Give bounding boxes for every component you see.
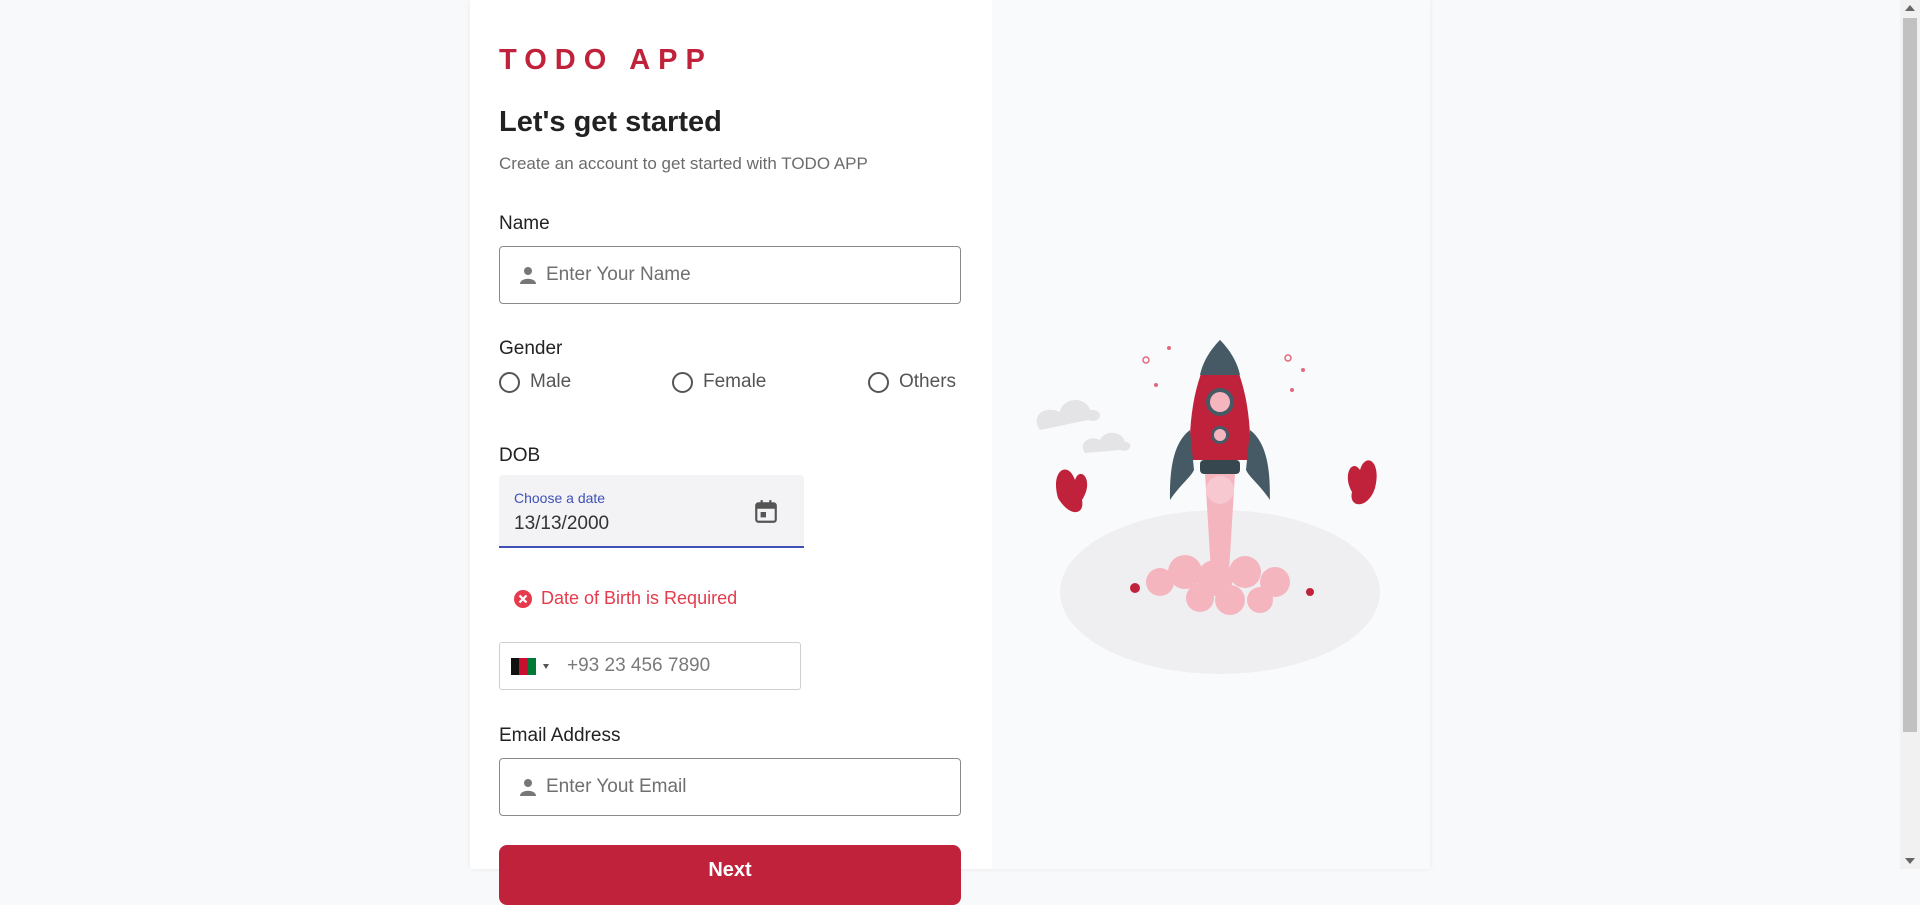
app-logo: TODO APP [499,44,713,76]
name-label: Name [499,213,550,234]
dob-error-message: Date of Birth is Required [514,588,737,609]
radio-circle[interactable] [868,371,889,393]
gender-radio-group: Male Female Others [499,371,961,399]
afghanistan-flag-icon[interactable] [511,657,536,675]
page-subtitle: Create an account to get started with TO… [499,154,868,173]
gender-radio-female[interactable]: Female [672,371,766,393]
phone-input-placeholder: +93 23 456 7890 [567,655,711,676]
user-icon [520,267,536,284]
dob-input[interactable]: 13/13/2000 [514,513,609,535]
gender-option-label: Female [703,371,767,392]
email-label: Email Address [499,725,621,746]
scrollbar-thumb[interactable] [1903,18,1917,732]
scroll-up-arrow-icon[interactable] [1905,5,1915,11]
user-icon [520,779,536,796]
rocket-launch-illustration [1036,340,1380,674]
dob-floating-label: Choose a date [514,490,606,506]
country-dropdown-caret-icon[interactable] [543,663,549,669]
page-scrollbar[interactable] [1900,0,1920,869]
calendar-icon[interactable] [753,499,779,525]
gender-option-label: Male [530,371,572,392]
page-title: Let's get started [499,106,722,138]
name-input-placeholder: Enter Your Name [546,264,691,285]
email-input-placeholder: Enter Yout Email [546,776,687,797]
scroll-down-arrow-icon[interactable] [1905,858,1915,864]
next-button[interactable]: Next [499,845,961,905]
signup-form: TODO APP Let's get started Create an acc… [470,0,992,905]
error-circle-icon [514,589,532,608]
gender-radio-male[interactable]: Male [499,371,571,393]
dob-error-text: Date of Birth is Required [541,588,738,608]
gender-option-label: Others [899,371,957,392]
gender-label: Gender [499,338,563,359]
name-field[interactable]: Enter Your Name [499,246,961,304]
dob-label: DOB [499,445,541,466]
radio-circle[interactable] [672,371,693,393]
gender-radio-others[interactable]: Others [868,371,956,393]
radio-circle[interactable] [499,371,520,393]
phone-input-field[interactable]: +93 23 456 7890 [499,642,801,690]
signup-card: TODO APP Let's get started Create an acc… [470,0,1430,905]
email-field[interactable]: Enter Yout Email [499,758,961,816]
dob-datepicker-field[interactable]: Choose a date 13/13/2000 [499,475,804,548]
